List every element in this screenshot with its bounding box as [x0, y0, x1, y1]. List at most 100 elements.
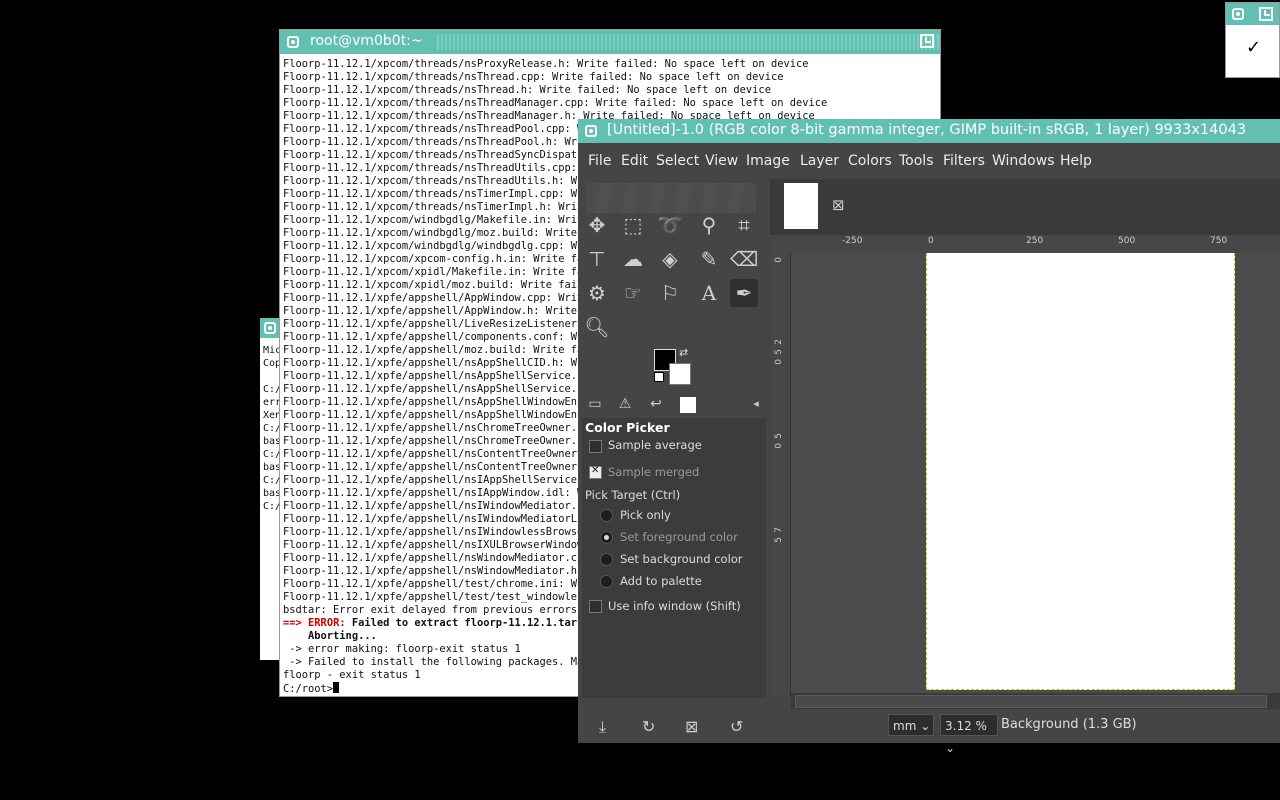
check-icon[interactable]: ✓	[1246, 37, 1261, 58]
set-foreground-label: Set foreground color	[620, 530, 738, 544]
terminal-title: root@vm0b0t:~	[310, 33, 423, 49]
error-label: ERROR:	[308, 617, 346, 629]
error-arrow: ==>	[283, 617, 302, 629]
menu-edit[interactable]: Edit	[621, 153, 648, 169]
images-tab-icon[interactable]	[680, 397, 696, 413]
device-status-tab-icon[interactable]: ⚠	[615, 394, 635, 414]
save-options-icon[interactable]: ⤓	[599, 717, 606, 737]
horizontal-scrollbar[interactable]	[791, 693, 1280, 709]
unit-value: mm	[893, 719, 917, 733]
vertical-ruler[interactable]: 0 2 5 0 5 0 7 5	[772, 253, 791, 697]
crop-tool-icon[interactable]: ⌗	[730, 211, 758, 239]
gimp-titlebar[interactable]: [Untitled]-1.0 (RGB color 8-bit gamma in…	[578, 119, 1280, 143]
zoom-value: 3.12 %	[945, 719, 987, 733]
image-canvas[interactable]	[926, 253, 1235, 690]
menu-image[interactable]: Image	[746, 153, 790, 169]
check-window[interactable]: ✓	[1225, 2, 1280, 78]
terminal-line: Floorp-11.12.1/xpcom/threads/nsProxyRele…	[283, 58, 809, 70]
color-picker-options: Color Picker Sample average Sample merge…	[582, 418, 766, 698]
paintbrush-tool-icon[interactable]: ✎	[695, 245, 723, 273]
menu-layer[interactable]: Layer	[800, 153, 839, 169]
window-menu-icon[interactable]	[287, 36, 299, 48]
smudge-tool-icon[interactable]: ☞	[619, 279, 647, 307]
menu-filters[interactable]: Filters	[943, 153, 985, 169]
gimp-title: [Untitled]-1.0 (RGB color 8-bit gamma in…	[607, 122, 1247, 138]
window-menu-icon[interactable]	[264, 322, 276, 334]
move-tool-icon[interactable]: ✥	[583, 211, 611, 239]
delete-options-icon[interactable]: ⊠	[685, 717, 698, 736]
terminal-titlebar[interactable]: root@vm0b0t:~	[280, 30, 940, 54]
menu-view[interactable]: View	[705, 153, 738, 169]
sample-merged-label: Sample merged	[608, 465, 700, 479]
warp-tool-icon[interactable]: ☁	[619, 245, 647, 273]
menu-colors[interactable]: Colors	[848, 153, 892, 169]
add-to-palette-label: Add to palette	[620, 574, 702, 588]
bucket-fill-tool-icon[interactable]: ◈	[656, 245, 684, 273]
toolbox: ✥ ⬚ ➰ ⚲ ⌗ ⊤ ☁ ◈ ✎ ⌫ ⚙ ☞ ⚐ A ✒ 🔍︎ ⇄ ▭ ⚠ ↩…	[578, 179, 768, 743]
undo-history-tab-icon[interactable]: ↩	[646, 394, 666, 414]
maximize-icon[interactable]	[1259, 7, 1273, 21]
horizontal-ruler[interactable]: -250 0 250 500 750	[790, 235, 1280, 254]
color-picker-tool-icon[interactable]: ✒	[730, 279, 758, 307]
ruler-h-label: 500	[1118, 236, 1136, 246]
ruler-corner[interactable]	[772, 235, 790, 253]
set-foreground-radio[interactable]	[600, 531, 613, 544]
transform-tool-icon[interactable]: ⊤	[583, 245, 611, 273]
sample-average-label: Sample average	[608, 438, 702, 452]
eraser-tool-icon[interactable]: ⌫	[730, 245, 758, 273]
terminal-line: Floorp-11.12.1/xpcom/threads/nsThread.h:…	[283, 84, 771, 96]
chevron-down-icon: ⌄	[945, 741, 956, 755]
background-color-swatch[interactable]	[669, 363, 691, 385]
set-background-radio[interactable]	[600, 553, 613, 566]
tool-options-tab-icon[interactable]: ▭	[585, 394, 605, 414]
sample-merged-checkbox[interactable]	[589, 465, 602, 479]
image-thumbnail[interactable]	[784, 183, 818, 229]
menu-windows[interactable]: Windows	[992, 153, 1055, 169]
menu-file[interactable]: File	[588, 153, 611, 169]
menu-tools[interactable]: Tools	[899, 153, 934, 169]
pick-target-label: Pick Target (Ctrl)	[585, 488, 681, 502]
ruler-v-label: 0	[774, 257, 784, 263]
measure-tool-icon[interactable]: ⚐	[656, 279, 684, 307]
ruler-v-label: 2	[774, 339, 784, 345]
gimp-window[interactable]: [Untitled]-1.0 (RGB color 8-bit gamma in…	[578, 119, 1280, 755]
menu-help[interactable]: Help	[1060, 153, 1092, 169]
close-image-icon[interactable]: ⊠	[832, 196, 845, 214]
ruler-v-label: 0	[774, 359, 784, 365]
use-info-window-checkbox[interactable]	[589, 600, 602, 613]
text-tool-icon[interactable]: A	[695, 279, 723, 307]
menu-select[interactable]: Select	[656, 153, 699, 169]
reset-options-icon[interactable]: ↺	[730, 717, 743, 736]
panel-footer: ⤓ ↻ ⊠ ↺	[578, 709, 768, 743]
swap-colors-icon[interactable]: ⇄	[679, 346, 688, 359]
ruler-v-label: 7	[774, 527, 784, 533]
add-to-palette-radio[interactable]	[600, 575, 613, 588]
restore-options-icon[interactable]: ↻	[642, 717, 655, 736]
reset-colors-icon[interactable]	[654, 372, 664, 382]
ruler-h-label: 750	[1210, 236, 1228, 246]
wilber-drop-area[interactable]	[586, 183, 756, 213]
maximize-icon[interactable]	[920, 34, 934, 48]
ruler-v-label: 5	[774, 349, 784, 355]
lasso-tool-icon[interactable]: ➰	[656, 211, 684, 239]
pick-only-label: Pick only	[620, 508, 671, 522]
check-titlebar[interactable]	[1226, 3, 1279, 25]
terminal-line: Floorp-11.12.1/xpcom/threads/nsThread.cp…	[283, 71, 784, 83]
dock-menu-icon[interactable]: ◂	[746, 394, 766, 414]
pick-only-radio[interactable]	[600, 509, 613, 522]
zoom-select[interactable]: 3.12 % ⌄	[940, 714, 998, 755]
rect-select-tool-icon[interactable]: ⬚	[619, 211, 647, 239]
sample-average-checkbox[interactable]	[589, 440, 602, 453]
unit-select[interactable]: mm ⌄	[888, 714, 934, 736]
clone-tool-icon[interactable]: ⚙	[583, 279, 611, 307]
ruler-h-label: 250	[1026, 236, 1044, 246]
fuzzy-select-tool-icon[interactable]: ⚲	[695, 211, 723, 239]
scrollbar-thumb[interactable]	[795, 695, 1267, 708]
zoom-tool-icon[interactable]: 🔍︎	[583, 313, 611, 341]
prompt: C:/root>	[283, 683, 334, 695]
ruler-h-label: -250	[842, 236, 863, 246]
window-menu-icon[interactable]	[1232, 8, 1244, 20]
window-menu-icon[interactable]	[585, 125, 597, 137]
statusbar: mm ⌄ 3.12 % ⌄ Background (1.3 GB)	[770, 709, 1280, 755]
text-cursor	[333, 682, 340, 693]
